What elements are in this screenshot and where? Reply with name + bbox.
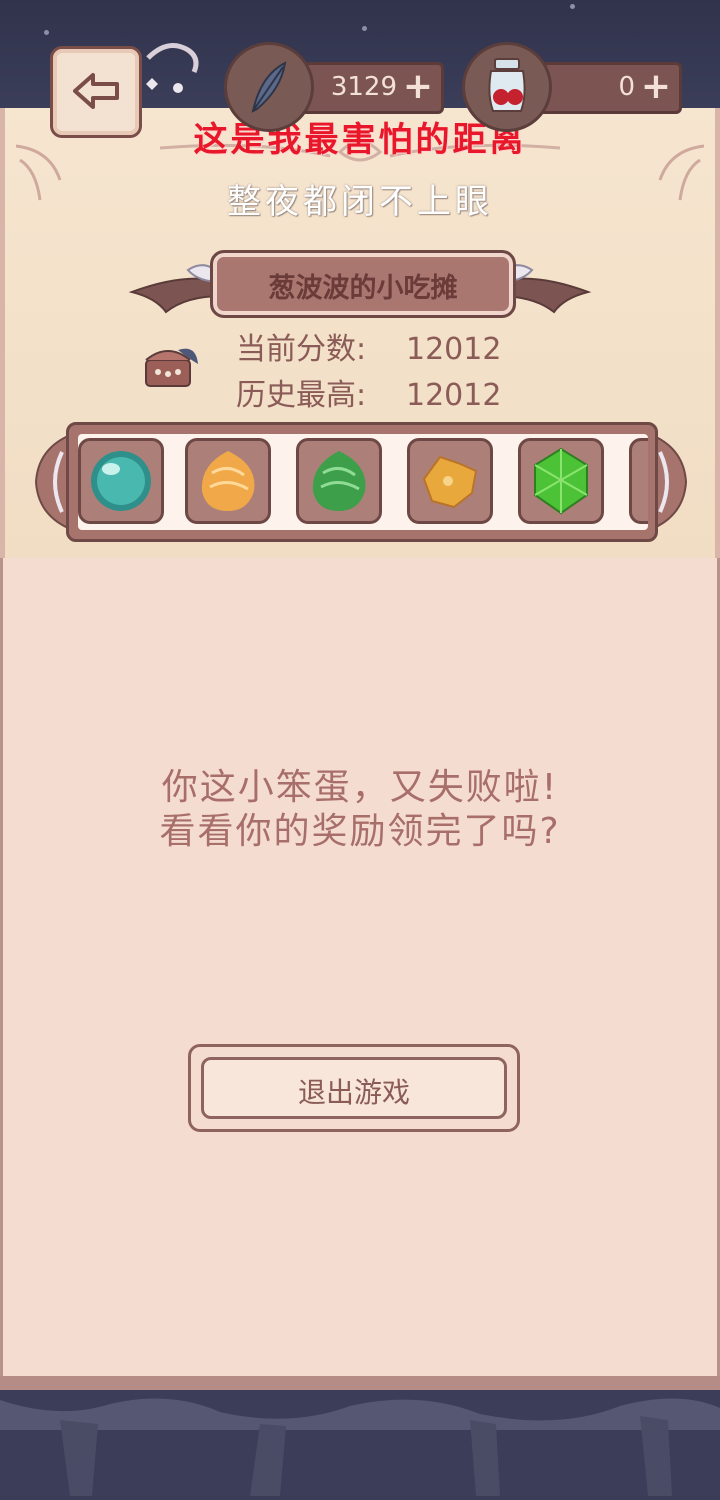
jam-counter: 0 + xyxy=(536,62,682,114)
jam-badge xyxy=(462,42,552,132)
panel-bottom-edge xyxy=(0,1376,720,1390)
message-line-2: 看看你的奖励领完了吗? xyxy=(159,811,561,852)
gold-nugget-icon xyxy=(422,455,478,509)
item-slot-orange-candy[interactable] xyxy=(185,438,271,524)
feather-icon xyxy=(251,61,287,113)
current-score-value: 12012 xyxy=(406,332,502,367)
current-score-row: 当前分数: 12012 xyxy=(236,324,501,368)
orange-candy-icon xyxy=(201,451,255,511)
current-score-label: 当前分数: xyxy=(236,332,367,367)
overlay-subtitle: 整夜都闭不上眼 xyxy=(227,182,493,222)
jam-count: 0 xyxy=(618,72,635,102)
back-arrow-icon xyxy=(73,73,119,109)
treasure-chest-icon xyxy=(145,348,198,387)
cave-ground xyxy=(0,1390,720,1496)
green-gem-icon xyxy=(534,447,588,515)
star-icon xyxy=(44,30,49,35)
item-slot-gold-nugget[interactable] xyxy=(407,438,493,524)
exit-game-label: 退出游戏 xyxy=(297,1076,410,1109)
best-score-value: 12012 xyxy=(406,378,502,413)
feather-counter: 3129 + xyxy=(296,62,444,114)
item-list[interactable] xyxy=(78,434,648,530)
exit-game-button[interactable]: 退出游戏 xyxy=(188,1044,520,1132)
item-slot-green-candy[interactable] xyxy=(296,438,382,524)
back-button[interactable] xyxy=(50,46,142,138)
best-score-label: 历史最高: xyxy=(236,378,367,413)
add-feathers-button[interactable]: + xyxy=(403,66,433,107)
ribbon-decoration-icon xyxy=(146,43,199,93)
teal-orb-icon xyxy=(91,451,151,511)
star-icon xyxy=(570,4,575,9)
add-jam-button[interactable]: + xyxy=(641,66,671,107)
best-score-row: 历史最高: 12012 xyxy=(236,370,501,414)
item-slot-green-gem[interactable] xyxy=(518,438,604,524)
green-candy-icon xyxy=(312,451,366,511)
item-slot-partial[interactable] xyxy=(629,438,648,524)
star-icon xyxy=(362,26,367,31)
result-message-area xyxy=(0,558,720,1390)
stall-name-banner: 葱波波的小吃摊 xyxy=(210,250,516,318)
berry-jar-icon xyxy=(488,58,526,112)
feather-count: 3129 xyxy=(330,72,397,102)
item-slot-teal-orb[interactable] xyxy=(78,438,164,524)
stall-name: 葱波波的小吃摊 xyxy=(268,273,458,304)
feather-badge xyxy=(224,42,314,132)
